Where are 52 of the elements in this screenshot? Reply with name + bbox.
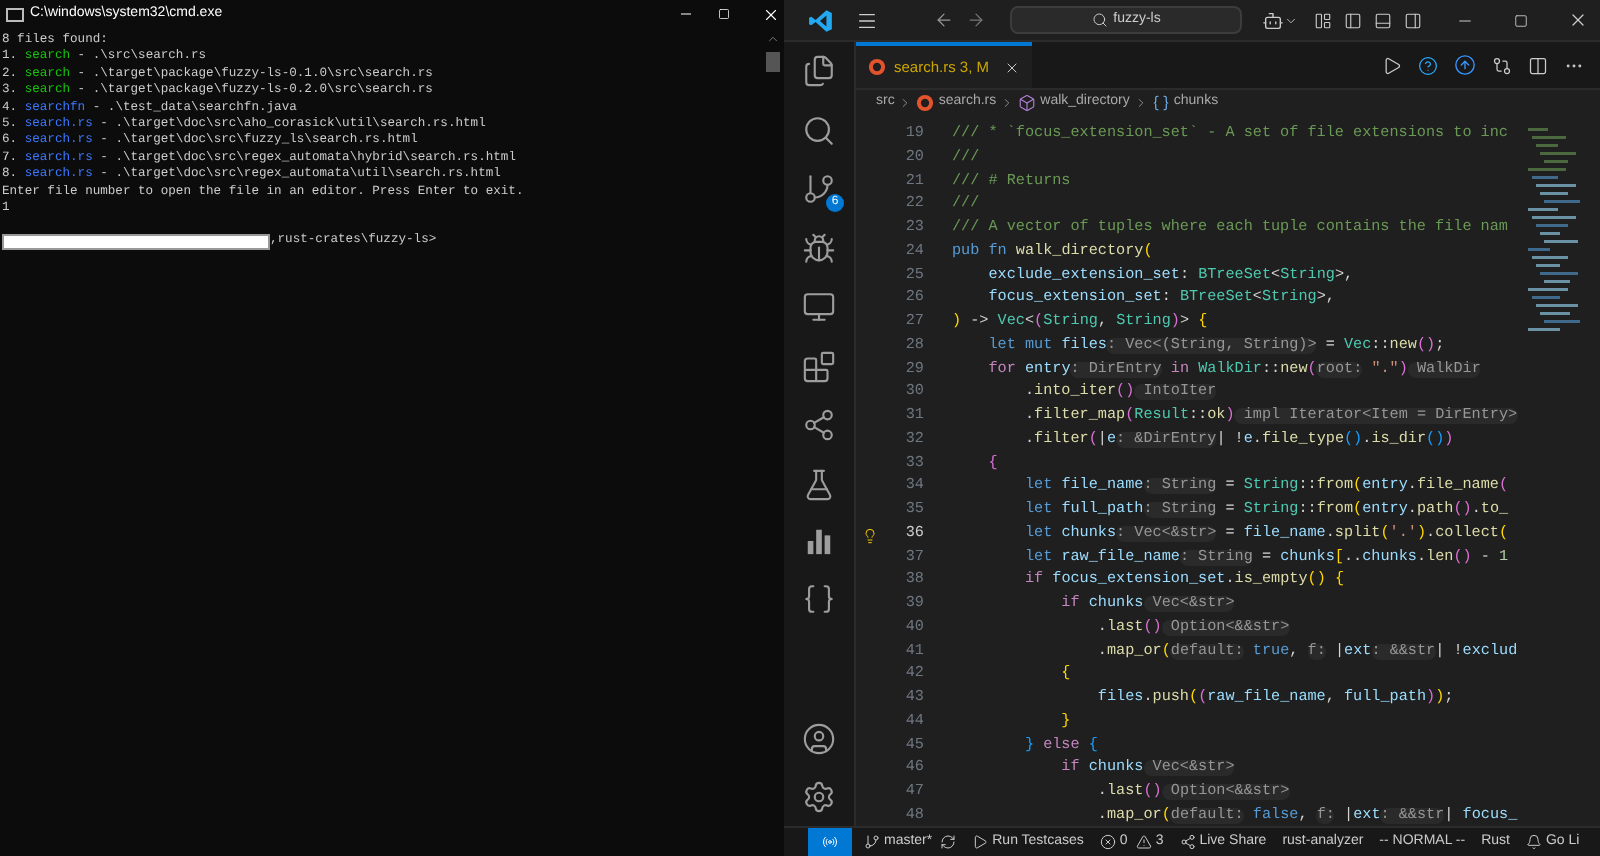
extensions-icon[interactable] (802, 349, 836, 383)
close-icon[interactable] (1003, 59, 1020, 75)
help-icon[interactable] (1418, 55, 1438, 75)
forward-icon[interactable] (966, 10, 986, 30)
menu-icon[interactable] (856, 9, 878, 31)
bell-icon (1525, 834, 1542, 850)
editor-logo-icon (807, 7, 833, 33)
search-icon[interactable] (802, 113, 836, 147)
remote-icon (822, 834, 838, 850)
monitor-icon[interactable] (802, 290, 836, 324)
scroll-up-icon[interactable] (765, 32, 779, 46)
scrollbar-thumb[interactable] (765, 52, 779, 72)
caret-icon[interactable] (1284, 13, 1298, 27)
console-icon (6, 7, 24, 21)
bar-chart-icon[interactable] (804, 526, 834, 556)
braces-icon[interactable] (802, 581, 836, 615)
account-icon[interactable] (802, 721, 836, 755)
breadcrumb-icon (1018, 94, 1037, 112)
share-icon[interactable] (802, 408, 836, 442)
chevron-icon (1000, 96, 1015, 110)
flask-icon[interactable] (802, 467, 836, 501)
debug-icon[interactable] (802, 231, 836, 265)
settings-icon[interactable] (802, 780, 836, 814)
chevron-icon (1133, 96, 1148, 110)
panel-left-icon[interactable] (1344, 11, 1362, 29)
source-control-icon[interactable] (802, 172, 836, 206)
sync-icon[interactable] (940, 834, 957, 850)
compare-icon[interactable] (1492, 55, 1512, 75)
breadcrumb-icon (1151, 94, 1170, 112)
run-icon[interactable] (1382, 55, 1402, 75)
panel-bottom-icon[interactable] (1374, 11, 1392, 29)
remote-button[interactable] (808, 828, 852, 856)
lightbulb-icon[interactable] (862, 527, 878, 544)
layout-icon[interactable] (1314, 11, 1332, 29)
search-icon (1091, 12, 1108, 28)
warning-icon (1135, 834, 1152, 850)
share-icon (1179, 834, 1196, 850)
explorer-icon[interactable] (802, 54, 836, 88)
upload-icon[interactable] (1454, 54, 1476, 76)
close-icon[interactable] (1568, 10, 1588, 30)
rust-file-icon (868, 58, 886, 76)
split-editor-icon[interactable] (1528, 55, 1548, 75)
panel-right-icon[interactable] (1404, 11, 1422, 29)
chevron-icon (898, 96, 913, 110)
back-icon[interactable] (934, 10, 954, 30)
robot-icon[interactable] (1262, 9, 1284, 31)
breadcrumb-icon (916, 94, 935, 112)
close-icon[interactable] (762, 5, 780, 23)
branch-icon (864, 834, 880, 850)
error-icon (1099, 834, 1116, 850)
maximize-icon[interactable] (1514, 13, 1528, 27)
run-icon (972, 834, 989, 850)
